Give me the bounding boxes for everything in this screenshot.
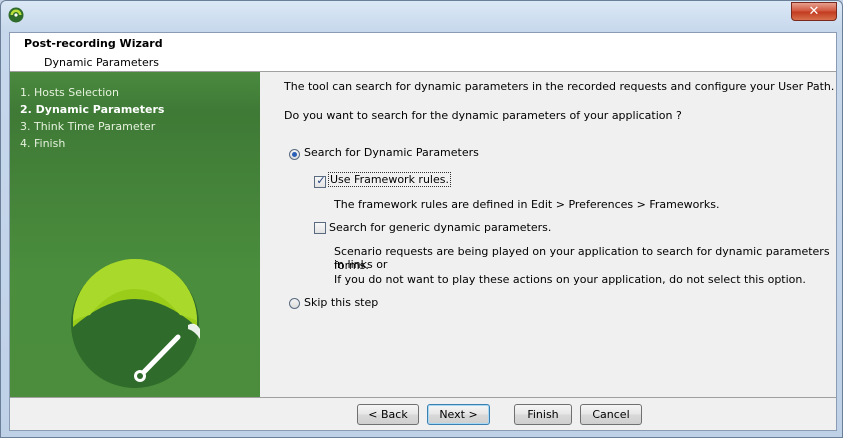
wizard-client-area: Post-recording Wizard Dynamic Parameters…	[9, 32, 837, 431]
wizard-header: Post-recording Wizard Dynamic Parameters	[10, 33, 836, 72]
title-bar[interactable]: ✕	[1, 1, 843, 31]
sidebar-item-hosts-selection: 1. Hosts Selection	[20, 86, 119, 99]
wizard-step-subtitle: Dynamic Parameters	[44, 56, 159, 69]
search-dynamic-radio[interactable]	[289, 149, 300, 160]
intro-text: The tool can search for dynamic paramete…	[284, 80, 835, 93]
skip-step-radio[interactable]	[289, 298, 300, 309]
sidebar-item-finish: 4. Finish	[20, 137, 66, 150]
framework-rules-label[interactable]: Use Framework rules.	[328, 172, 451, 187]
generic-params-checkbox[interactable]	[314, 222, 326, 234]
steps-sidebar: 1. Hosts Selection 2. Dynamic Parameters…	[10, 72, 260, 397]
back-button[interactable]: < Back	[357, 404, 419, 425]
search-dynamic-label[interactable]: Search for Dynamic Parameters	[304, 146, 479, 159]
framework-rules-label-text: Use Framework rules.	[328, 172, 451, 187]
framework-note-text: The framework rules are defined in Edit …	[334, 198, 720, 211]
skip-step-label[interactable]: Skip this step	[304, 296, 378, 309]
sidebar-item-think-time-parameter: 3. Think Time Parameter	[20, 120, 156, 133]
question-text: Do you want to search for the dynamic pa…	[284, 109, 682, 122]
sidebar-item-dynamic-parameters: 2. Dynamic Parameters	[20, 103, 165, 116]
gauge-logo-icon	[71, 259, 200, 388]
close-icon: ✕	[808, 4, 820, 19]
framework-rules-checkbox[interactable]: ✓	[314, 174, 326, 188]
cancel-button[interactable]: Cancel	[580, 404, 642, 425]
checkmark-icon: ✓	[316, 174, 326, 187]
wizard-window: ✕ Post-recording Wizard Dynamic Paramete…	[0, 0, 843, 438]
finish-button[interactable]: Finish	[514, 404, 572, 425]
generic-note-line-1: Scenario requests are being played on yo…	[334, 245, 830, 271]
wizard-title: Post-recording Wizard	[24, 37, 163, 50]
generic-note-line-2: forms.	[334, 259, 369, 272]
generic-note-line-3: If you do not want to play these actions…	[334, 273, 806, 286]
app-logo-icon	[8, 7, 24, 23]
close-button[interactable]: ✕	[791, 2, 837, 21]
generic-params-label[interactable]: Search for generic dynamic parameters.	[329, 221, 551, 234]
next-button[interactable]: Next >	[427, 404, 490, 425]
button-bar-separator	[10, 397, 836, 398]
radio-selected-dot	[292, 152, 297, 157]
